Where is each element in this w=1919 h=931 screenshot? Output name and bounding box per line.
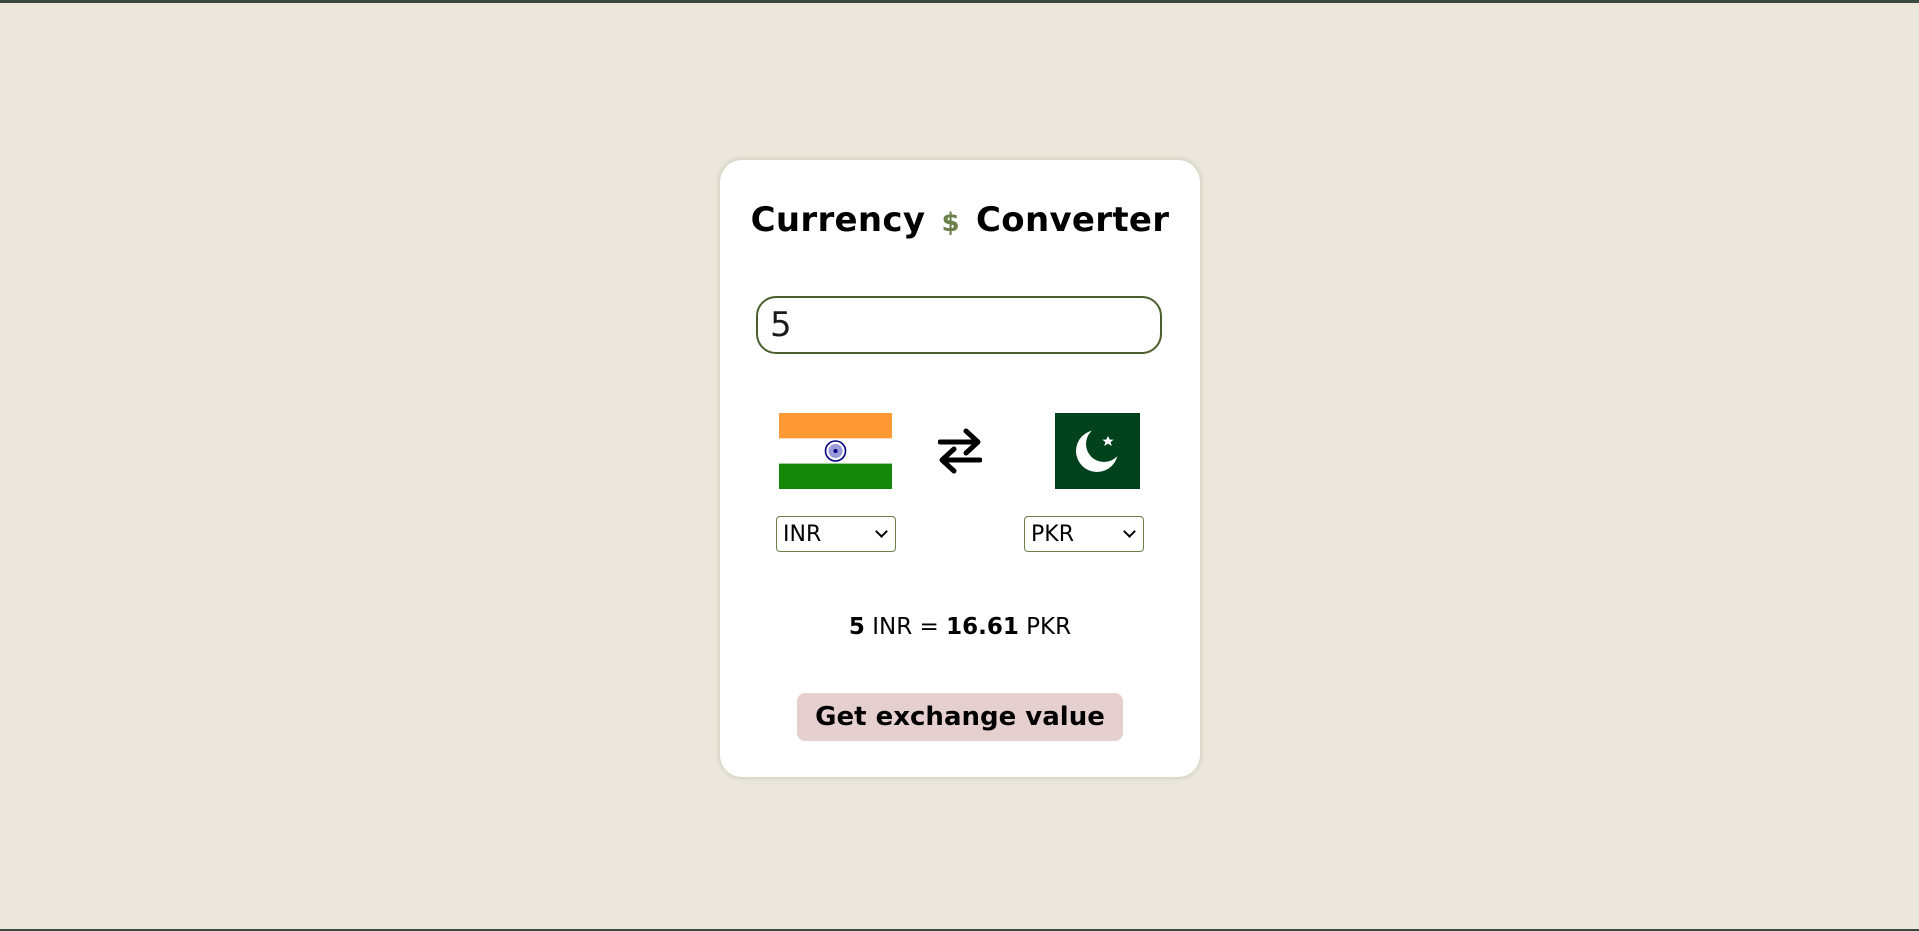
chevron-down-icon <box>1123 525 1136 538</box>
converter-card: Currency $ Converter INR PKR 5 INR = 16.… <box>720 160 1200 777</box>
result-amount: 5 <box>848 614 865 640</box>
from-currency-select[interactable]: INR <box>776 516 896 552</box>
result-converted: 16.61 <box>946 614 1019 640</box>
result-to-code: PKR <box>1026 614 1072 640</box>
dollar-icon: $ <box>941 208 960 238</box>
get-exchange-value-button[interactable]: Get exchange value <box>797 693 1123 741</box>
swap-arrows-icon[interactable] <box>938 426 982 476</box>
india-flag-icon <box>779 413 892 489</box>
page-title: Currency $ Converter <box>720 200 1200 240</box>
from-currency-value: INR <box>783 521 822 547</box>
to-currency-select[interactable]: PKR <box>1024 516 1144 552</box>
conversion-result: 5 INR = 16.61 PKR <box>720 614 1200 640</box>
title-currency: Currency <box>750 200 926 240</box>
pakistan-flag-icon <box>1055 413 1140 489</box>
result-from-code: INR <box>872 614 913 640</box>
amount-input[interactable] <box>756 296 1162 354</box>
result-equals: = <box>919 614 939 640</box>
title-converter: Converter <box>976 200 1170 240</box>
to-currency-value: PKR <box>1031 521 1074 547</box>
chevron-down-icon <box>875 525 888 538</box>
